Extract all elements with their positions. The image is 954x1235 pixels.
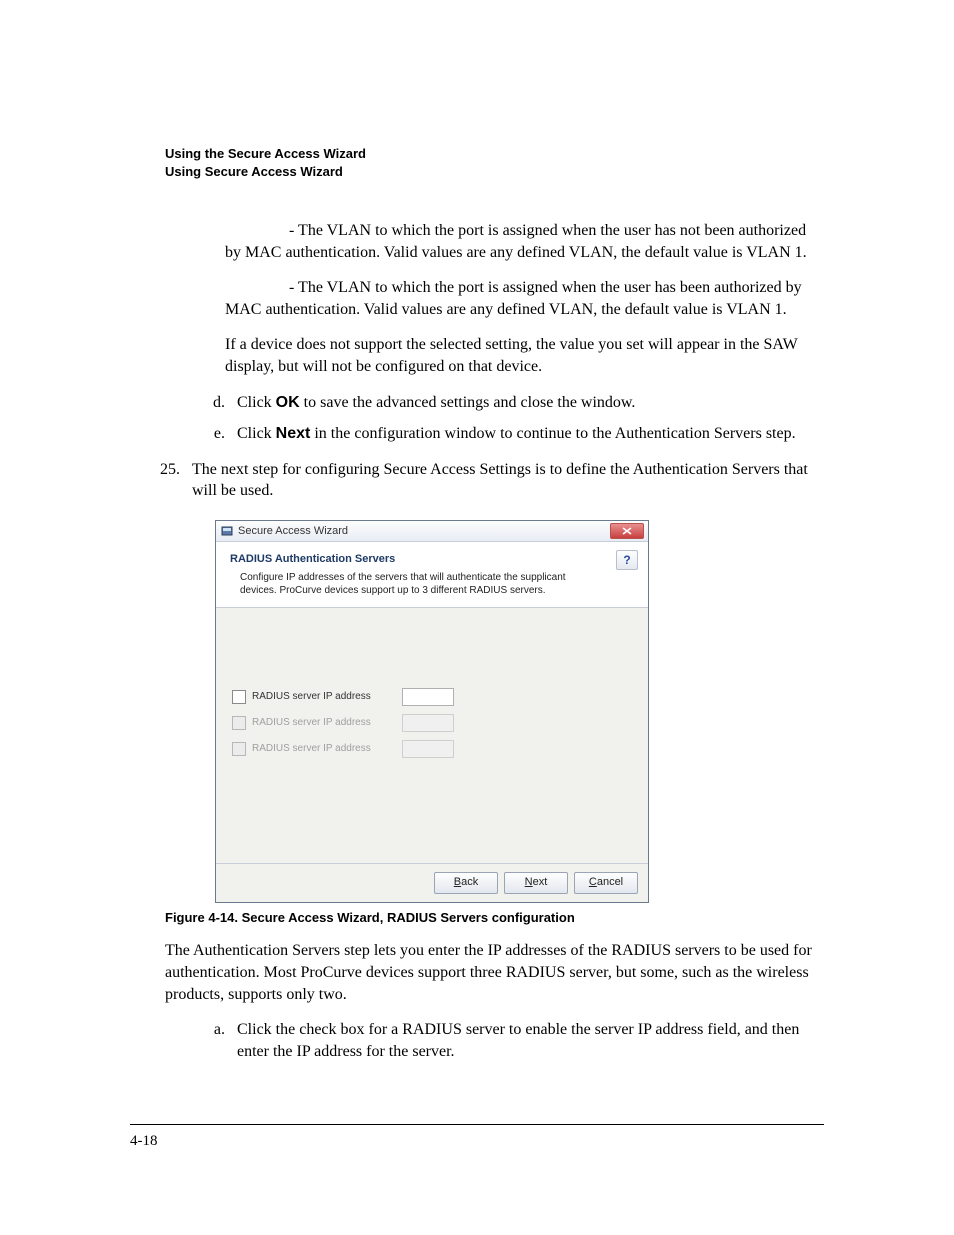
help-button[interactable]: ? [616, 550, 638, 570]
wizard-panel-description: Configure IP addresses of the servers th… [230, 571, 590, 597]
page-header: Using the Secure Access Wizard Using Sec… [165, 145, 824, 180]
ok-label: OK [276, 394, 300, 411]
step-a: a. Click the check box for a RADIUS serv… [195, 1019, 824, 1062]
header-line-1: Using the Secure Access Wizard [165, 145, 824, 163]
radius-server-label-2: RADIUS server IP address [252, 716, 402, 730]
next-button[interactable]: Next [504, 872, 568, 894]
close-button[interactable] [610, 523, 644, 539]
step-e: e. Click Next in the configuration windo… [195, 423, 824, 445]
radius-server-checkbox-1[interactable] [232, 690, 246, 704]
step-25-marker: 25. [150, 459, 192, 502]
radius-server-row-1: RADIUS server IP address [232, 688, 632, 706]
step-d: d. Click OK to save the advanced setting… [195, 392, 824, 414]
step-e-marker: e. [195, 423, 237, 445]
paragraph-vlan-auth: - The VLAN to which the port is assigned… [225, 277, 824, 320]
wizard-panel-title: RADIUS Authentication Servers [230, 552, 634, 567]
wizard-panel-head: RADIUS Authentication Servers Configure … [216, 542, 648, 608]
wizard-panel-foot: Back Next Cancel [216, 863, 648, 902]
wizard-titlebar: Secure Access Wizard [216, 521, 648, 542]
radius-server-checkbox-2 [232, 716, 246, 730]
figure-caption: Figure 4-14. Secure Access Wizard, RADIU… [165, 909, 824, 927]
wizard-title: Secure Access Wizard [238, 524, 610, 539]
next-label: Next [276, 425, 311, 442]
radius-server-label-1: RADIUS server IP address [252, 690, 402, 704]
footer-rule [130, 1124, 824, 1125]
radius-server-label-3: RADIUS server IP address [252, 742, 402, 756]
step-25: 25. The next step for configuring Secure… [150, 459, 824, 502]
radius-server-ip-input-1[interactable] [402, 688, 454, 706]
radius-server-ip-input-3 [402, 740, 454, 758]
step-a-marker: a. [195, 1019, 237, 1062]
header-line-2: Using Secure Access Wizard [165, 163, 824, 181]
wizard-app-icon [220, 524, 234, 538]
radius-server-row-2: RADIUS server IP address [232, 714, 632, 732]
radius-server-checkbox-3 [232, 742, 246, 756]
secure-access-wizard-dialog: Secure Access Wizard RADIUS Authenticati… [215, 520, 649, 903]
cancel-button[interactable]: Cancel [574, 872, 638, 894]
page-number: 4-18 [130, 1133, 158, 1150]
step-d-marker: d. [195, 392, 237, 414]
radius-server-row-3: RADIUS server IP address [232, 740, 632, 758]
wizard-panel-body: RADIUS server IP address RADIUS server I… [216, 608, 648, 863]
radius-server-ip-input-2 [402, 714, 454, 732]
paragraph-auth-servers-intro: The Authentication Servers step lets you… [165, 940, 824, 1005]
paragraph-vlan-unauth: - The VLAN to which the port is assigned… [225, 220, 824, 263]
paragraph-unsupported: If a device does not support the selecte… [225, 334, 824, 377]
help-icon: ? [623, 552, 630, 568]
back-button[interactable]: Back [434, 872, 498, 894]
